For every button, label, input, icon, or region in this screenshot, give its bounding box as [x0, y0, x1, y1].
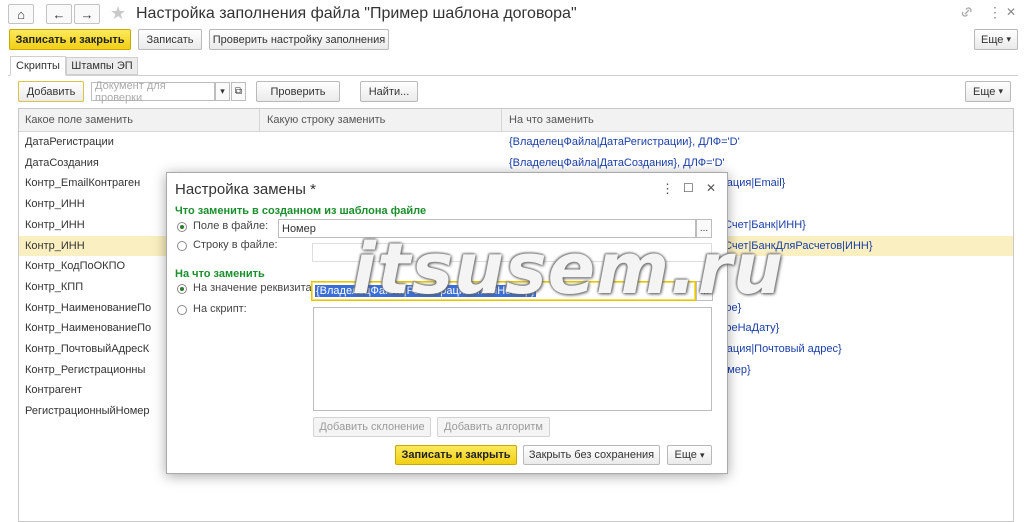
header-string[interactable]: Какую строку заменить [267, 114, 385, 126]
field-in-file-select[interactable]: ... [696, 219, 712, 238]
radio-string-in-file[interactable] [177, 241, 187, 251]
table-row[interactable]: ДатаРегистрации {ВладелецФайла|ДатаРегист… [19, 132, 1013, 152]
cell-field: Контр_ПочтовыйАдресК [25, 343, 150, 355]
cell-replace-with: {ВладелецФайла|ДатаСоздания}, ДЛФ='D' [509, 156, 725, 169]
attribute-value-select[interactable]: ... [696, 281, 713, 301]
check-document-input[interactable]: Документ для проверки [91, 79, 215, 104]
dialog-save-and-close-button[interactable]: Записать и закрыть [395, 445, 517, 465]
cell-replace-with: кийСчет|Банк|ИНН} [707, 218, 806, 231]
cell-replace-with: ормация|Email} [707, 177, 786, 190]
attribute-value-text: {ВладелецФайла|РегистрационныйНомер} [315, 285, 536, 297]
cell-field: Контр_Регистрационны [25, 363, 146, 376]
header-replace-with[interactable]: На что заменить [509, 114, 594, 126]
open-icon: ⧉ [234, 86, 243, 97]
string-in-file-input[interactable] [312, 243, 712, 262]
dropdown-arrow-icon: ▾ [1006, 34, 1011, 44]
tab-ep-stamps[interactable]: Штампы ЭП [66, 57, 138, 75]
table-more-button[interactable]: Еще ▾ [965, 81, 1011, 102]
radio-script[interactable] [177, 305, 187, 315]
cell-replace-with: йНомер} [707, 363, 751, 376]
more-button[interactable]: Еще ▾ [974, 29, 1018, 50]
save-and-close-button[interactable]: Записать и закрыть [9, 29, 131, 50]
check-button[interactable]: Проверить [256, 81, 340, 102]
cell-replace-with: ормация|Почтовый адрес} [707, 343, 842, 355]
cell-field: Контр_КПП [25, 280, 84, 293]
arrow-left-icon: ← [52, 6, 66, 22]
save-button[interactable]: Записать [138, 29, 202, 50]
check-document-open[interactable]: ⧉ [231, 82, 246, 101]
dialog-more-label: Еще [674, 449, 697, 461]
dialog-more-button[interactable]: Еще ▾ [667, 445, 712, 465]
favorite-star-icon[interactable]: ★ [110, 3, 126, 24]
table-more-label: Еще [973, 85, 996, 98]
dialog-maximize-icon[interactable]: ☐ [683, 181, 694, 195]
window-close-icon[interactable]: ✕ [1006, 5, 1016, 19]
radio-field-in-file[interactable] [177, 222, 187, 232]
link-icon[interactable] [960, 6, 974, 18]
cell-field: Контр_НаименованиеПо [25, 322, 152, 335]
cell-field: Контр_ИНН [25, 198, 85, 211]
label-string-in-file: Строку в файле: [193, 239, 278, 251]
cell-field: Контр_НаименованиеПо [25, 301, 152, 314]
dialog-title: Настройка замены * [175, 181, 316, 198]
window-menu-kebab-icon[interactable]: ⋮ [988, 4, 1002, 21]
cell-replace-with: олноеНаДату} [707, 322, 780, 335]
find-button[interactable]: Найти... [360, 81, 418, 102]
forward-button[interactable]: → [74, 4, 100, 24]
check-document-placeholder: Документ для проверки [95, 79, 166, 104]
arrow-right-icon: → [80, 6, 94, 22]
home-icon: ⌂ [17, 6, 25, 22]
label-attribute-value: На значение реквизита: [193, 282, 315, 294]
tab-scripts[interactable]: Скрипты [10, 56, 66, 76]
check-fill-settings-button[interactable]: Проверить настройку заполнения [209, 29, 389, 50]
cell-replace-with: олное} [707, 302, 1007, 314]
cell-replace-with: {ВладелецФайла|ДатаРегистрации}, ДЛФ='D' [509, 136, 740, 148]
add-algorithm-button[interactable]: Добавить алгоритм [437, 417, 550, 437]
label-field-in-file: Поле в файле: [193, 220, 269, 232]
cell-field: Контрагент [25, 384, 82, 397]
cell-field: ДатаСоздания [25, 156, 99, 169]
script-textarea[interactable] [313, 307, 712, 411]
check-document-dropdown[interactable]: ▾ [215, 82, 230, 101]
radio-attribute-value[interactable] [177, 284, 187, 294]
table-header: Какое поле заменить Какую строку заменит… [19, 109, 1013, 132]
back-button[interactable]: ← [46, 4, 72, 24]
replacement-settings-dialog: Настройка замены * ⋮ ☐ ✕ Что заменить в … [166, 172, 728, 474]
dialog-menu-kebab-icon[interactable]: ⋮ [661, 181, 674, 197]
more-label: Еще [981, 33, 1004, 46]
cell-field: Контр_ИНН [25, 239, 85, 252]
cell-field: Контр_EmailКонтраген [25, 177, 141, 190]
home-button[interactable]: ⌂ [8, 4, 34, 24]
header-divider-2 [501, 109, 502, 131]
dialog-close-icon[interactable]: ✕ [706, 181, 716, 195]
add-declension-button[interactable]: Добавить склонение [313, 417, 431, 437]
window-title: Настройка заполнения файла "Пример шабло… [136, 5, 577, 22]
cell-field: Контр_КодПоОКПО [25, 260, 126, 273]
cell-field: Контр_ИНН [25, 218, 85, 231]
add-button[interactable]: Добавить [18, 81, 84, 102]
table-row[interactable]: ДатаСоздания {ВладелецФайла|ДатаСоздания}… [19, 153, 1013, 173]
close-without-saving-button[interactable]: Закрыть без сохранения [523, 445, 660, 465]
dropdown-arrow-icon: ▾ [998, 86, 1003, 96]
header-divider-1 [259, 109, 260, 131]
field-in-file-input[interactable]: Номер [278, 219, 696, 238]
label-script: На скрипт: [193, 303, 247, 315]
attribute-value-input[interactable]: {ВладелецФайла|РегистрационныйНомер} [311, 281, 696, 301]
section-replace-with: На что заменить [175, 268, 265, 280]
dropdown-arrow-icon: ▾ [699, 449, 705, 460]
header-field[interactable]: Какое поле заменить [25, 114, 133, 126]
cell-field: РегистрационныйНомер [25, 405, 150, 418]
dropdown-arrow-icon: ▾ [220, 86, 225, 96]
cell-field: ДатаРегистрации [25, 136, 114, 148]
section-what-to-replace: Что заменить в созданном из шаблона файл… [175, 205, 427, 217]
cell-replace-with: кийСчет|БанкДляРасчетов|ИНН} [707, 239, 873, 252]
tabs-baseline [8, 75, 1018, 76]
